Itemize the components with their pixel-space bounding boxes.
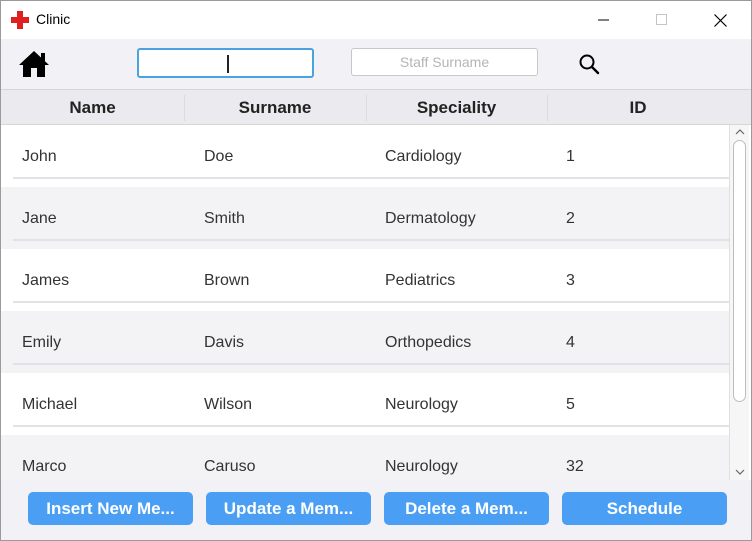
cell-surname: Brown bbox=[204, 272, 250, 289]
table-header: Name Surname Speciality ID bbox=[1, 89, 751, 125]
cell-speciality: Neurology bbox=[385, 396, 458, 413]
red-cross-icon bbox=[11, 11, 29, 29]
table-row[interactable]: James Brown Pediatrics 3 bbox=[1, 249, 729, 311]
row-divider bbox=[13, 425, 729, 427]
table-row[interactable]: Marco Caruso Neurology 32 bbox=[1, 435, 729, 480]
vertical-scrollbar[interactable] bbox=[729, 125, 749, 480]
cell-speciality: Neurology bbox=[385, 458, 458, 475]
delete-member-button[interactable]: Delete a Mem... bbox=[384, 492, 549, 525]
cell-id: 3 bbox=[566, 272, 575, 289]
toolbar: Staff Surname bbox=[1, 39, 751, 88]
home-icon[interactable] bbox=[17, 49, 51, 79]
cell-surname: Wilson bbox=[204, 396, 253, 413]
close-icon bbox=[713, 13, 727, 27]
cell-name: Michael bbox=[22, 396, 78, 413]
column-header-name[interactable]: Name bbox=[1, 90, 184, 126]
window-title: Clinic bbox=[36, 11, 71, 27]
cell-id: 1 bbox=[566, 148, 575, 165]
staff-table: Name Surname Speciality ID John Doe Card… bbox=[1, 89, 751, 480]
cell-id: 4 bbox=[566, 334, 575, 351]
column-header-surname[interactable]: Surname bbox=[184, 90, 366, 126]
maximize-icon bbox=[656, 14, 667, 25]
minimize-button[interactable] bbox=[575, 1, 633, 39]
table-row[interactable]: Michael Wilson Neurology 5 bbox=[1, 373, 729, 435]
cell-speciality: Cardiology bbox=[385, 148, 462, 165]
staff-surname-field[interactable]: Staff Surname bbox=[351, 48, 538, 76]
action-bar: Insert New Me... Update a Mem... Delete … bbox=[1, 480, 751, 540]
row-divider bbox=[13, 301, 729, 303]
title-bar: Clinic bbox=[1, 1, 751, 39]
row-divider bbox=[13, 177, 729, 179]
cell-id: 32 bbox=[566, 458, 584, 475]
cell-surname: Davis bbox=[204, 334, 245, 351]
cell-name: Marco bbox=[22, 458, 67, 475]
search-input[interactable] bbox=[137, 48, 314, 78]
clinic-window: Clinic Staff Surname Name Surname Specia… bbox=[0, 0, 752, 541]
table-body: John Doe Cardiology 1 Jane Smith Dermato… bbox=[1, 125, 729, 480]
table-row[interactable]: Emily Davis Orthopedics 4 bbox=[1, 311, 729, 373]
cell-name: Jane bbox=[22, 210, 57, 227]
schedule-button[interactable]: Schedule bbox=[562, 492, 727, 525]
row-divider bbox=[13, 239, 729, 241]
cell-surname: Smith bbox=[204, 210, 245, 227]
update-member-button[interactable]: Update a Mem... bbox=[206, 492, 371, 525]
cell-id: 5 bbox=[566, 396, 575, 413]
table-row[interactable]: John Doe Cardiology 1 bbox=[1, 125, 729, 187]
cell-speciality: Orthopedics bbox=[385, 334, 472, 351]
cell-name: Emily bbox=[22, 334, 62, 351]
maximize-button[interactable] bbox=[633, 1, 691, 39]
column-header-speciality[interactable]: Speciality bbox=[366, 90, 547, 126]
row-divider bbox=[13, 363, 729, 365]
chevron-down-icon[interactable] bbox=[733, 466, 747, 478]
staff-surname-placeholder: Staff Surname bbox=[399, 54, 490, 70]
cell-surname: Doe bbox=[204, 148, 234, 165]
cell-speciality: Pediatrics bbox=[385, 272, 456, 289]
cell-name: John bbox=[22, 148, 57, 165]
column-header-id[interactable]: ID bbox=[547, 90, 729, 126]
minimize-icon bbox=[598, 19, 609, 21]
close-button[interactable] bbox=[691, 1, 749, 39]
text-caret bbox=[227, 55, 229, 73]
insert-member-button[interactable]: Insert New Me... bbox=[28, 492, 193, 525]
chevron-up-icon[interactable] bbox=[733, 126, 747, 138]
search-icon[interactable] bbox=[578, 53, 600, 75]
cell-surname: Caruso bbox=[204, 458, 256, 475]
scrollbar-thumb[interactable] bbox=[733, 140, 746, 402]
cell-speciality: Dermatology bbox=[385, 210, 476, 227]
cell-id: 2 bbox=[566, 210, 575, 227]
cell-name: James bbox=[22, 272, 70, 289]
table-row[interactable]: Jane Smith Dermatology 2 bbox=[1, 187, 729, 249]
